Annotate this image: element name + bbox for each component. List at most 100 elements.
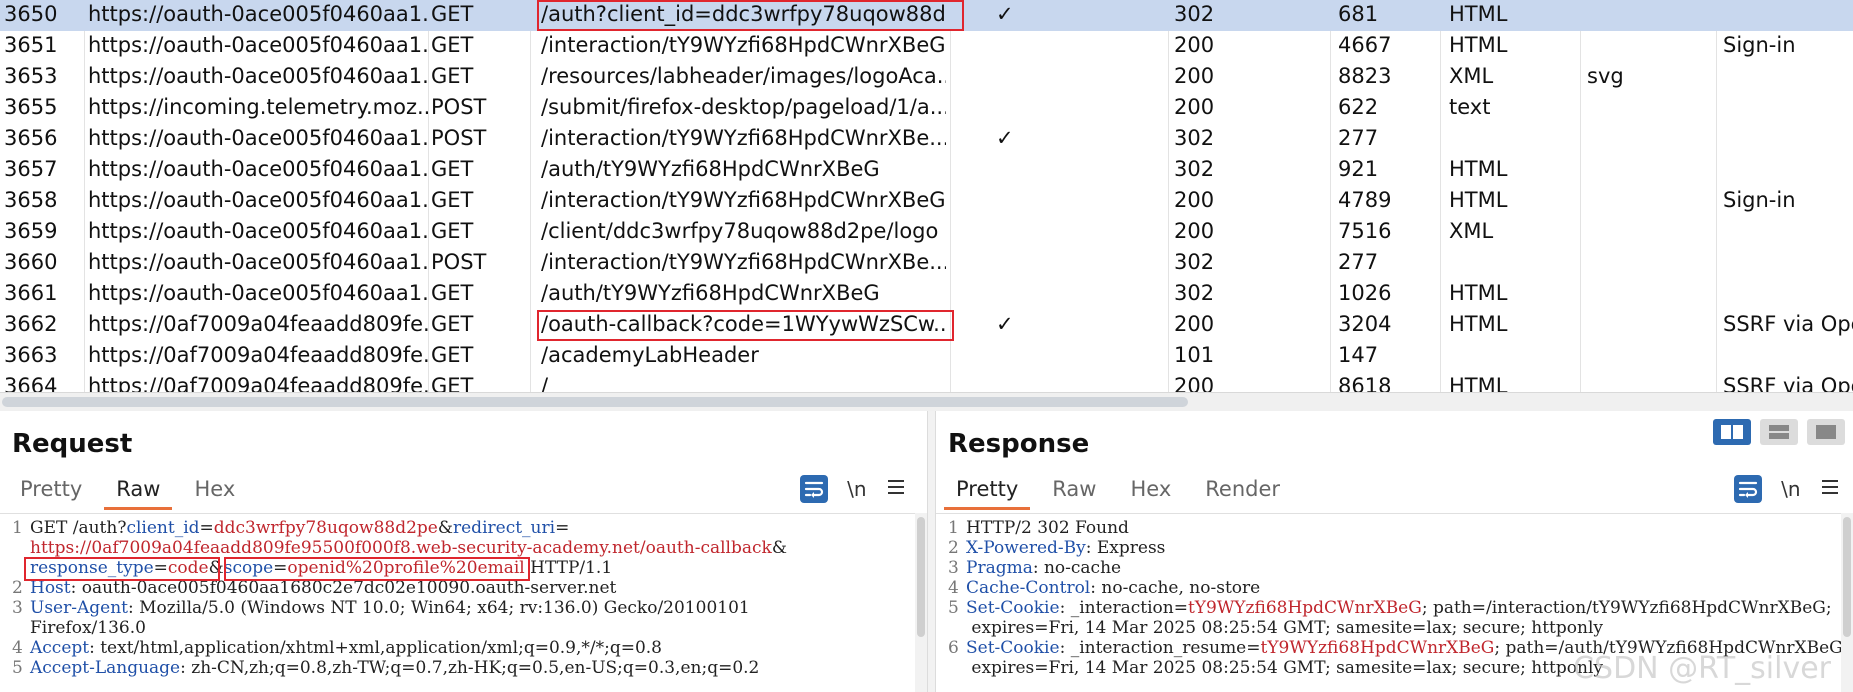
row-status-code: 200 <box>1174 64 1215 88</box>
row-url: /interaction/tY9WYzfi68HpdCWnrXBe... <box>541 250 946 274</box>
row-method: POST <box>431 126 487 150</box>
response-vertical-scrollbar[interactable] <box>1841 513 1853 692</box>
code-text: : no-cache <box>1032 558 1122 578</box>
row-number: 3663 <box>4 343 58 367</box>
row-method: GET <box>431 343 474 367</box>
scrollbar-thumb[interactable] <box>917 517 925 637</box>
table-row[interactable]: 3664 https://0af7009a04feaadd809fe... GET /… <box>0 372 1853 392</box>
param-key: client_id <box>126 518 200 538</box>
table-row[interactable]: 3650 https://oauth-0ace005f0460aa1... GET /… <box>0 0 1853 31</box>
row-method: GET <box>431 157 474 181</box>
table-row[interactable]: 3658 https://oauth-0ace005f0460aa1... GET /… <box>0 186 1853 217</box>
table-row[interactable]: 3659 https://oauth-0ace005f0460aa1... GET /… <box>0 217 1853 248</box>
row-extension: svg <box>1587 64 1624 88</box>
table-row[interactable]: 3657 https://oauth-0ace005f0460aa1... GET /… <box>0 155 1853 186</box>
row-edited-check <box>996 31 1026 62</box>
row-extension <box>1587 217 1707 248</box>
row-host: https://oauth-0ace005f0460aa1... <box>88 2 428 26</box>
row-edited-check: ✓ <box>996 126 1014 150</box>
tab-render[interactable]: Render <box>1193 473 1292 507</box>
row-host: https://oauth-0ace005f0460aa1... <box>88 126 428 150</box>
row-status-code: 200 <box>1174 188 1215 212</box>
row-method: POST <box>431 95 487 119</box>
row-status-code: 200 <box>1174 312 1215 336</box>
row-title: SSRF via Ope <box>1723 374 1853 392</box>
table-row[interactable]: 3655 https://incoming.telemetry.moz... POS… <box>0 93 1853 124</box>
row-url: /resources/labheader/images/logoAca... <box>541 64 946 88</box>
row-edited-check: ✓ <box>996 312 1014 336</box>
row-length: 277 <box>1338 126 1379 150</box>
code-text: Firefox/136.0 <box>30 618 146 638</box>
row-extension <box>1587 310 1707 341</box>
tab-raw[interactable]: Raw <box>1040 473 1108 507</box>
row-title: SSRF via Ope <box>1723 312 1853 336</box>
row-title <box>1723 341 1853 372</box>
code-text: & <box>208 558 224 578</box>
param-value: ddc3wrfpy78uqow88d2pe <box>213 518 438 538</box>
param-key: Host <box>30 578 71 598</box>
response-toolbar: \n <box>1720 475 1840 505</box>
row-edited-check <box>996 62 1026 93</box>
menu-icon[interactable] <box>1820 477 1840 501</box>
row-method: GET <box>431 188 474 212</box>
request-title: Request <box>12 429 133 459</box>
row-url: /interaction/tY9WYzfi68HpdCWnrXBeG <box>541 188 946 212</box>
code-text: : no-cache, no-store <box>1090 578 1261 598</box>
word-wrap-icon[interactable] <box>1734 475 1762 503</box>
row-url: /interaction/tY9WYzfi68HpdCWnrXBeG <box>541 33 946 57</box>
table-row[interactable]: 3651 https://oauth-0ace005f0460aa1... GET /… <box>0 31 1853 62</box>
code-text: : _interaction_resume= <box>1059 638 1261 658</box>
tab-pretty[interactable]: Pretty <box>8 473 94 507</box>
row-number: 3656 <box>4 126 58 150</box>
row-url: /auth/tY9WYzfi68HpdCWnrXBeG <box>541 157 880 181</box>
row-extension <box>1587 372 1707 392</box>
row-length: 4667 <box>1338 33 1392 57</box>
history-horizontal-scrollbar[interactable] <box>0 392 1853 412</box>
row-host: https://oauth-0ace005f0460aa1... <box>88 250 428 274</box>
code-text: : Express <box>1085 538 1166 558</box>
pane-splitter[interactable] <box>927 411 936 692</box>
row-method: GET <box>431 33 474 57</box>
word-wrap-icon[interactable] <box>800 475 828 503</box>
row-method: GET <box>431 281 474 305</box>
watermark-text: CSDN @RT_silver <box>1573 651 1831 686</box>
newline-toggle[interactable]: \n <box>847 477 866 501</box>
single-layout-icon[interactable] <box>1807 419 1845 445</box>
code-text: GET /auth? <box>30 518 127 538</box>
row-number: 3662 <box>4 312 58 336</box>
request-vertical-scrollbar[interactable] <box>915 513 927 692</box>
stacked-layout-icon[interactable] <box>1759 419 1798 445</box>
scrollbar-thumb[interactable] <box>1843 517 1851 637</box>
row-extension <box>1587 279 1707 310</box>
table-row[interactable]: 3663 https://0af7009a04feaadd809fe... GET /… <box>0 341 1853 372</box>
newline-toggle[interactable]: \n <box>1781 477 1800 501</box>
code-text: : text/html,application/xhtml+xml,applic… <box>89 638 662 658</box>
table-row[interactable]: 3656 https://oauth-0ace005f0460aa1... POST… <box>0 124 1853 155</box>
menu-icon[interactable] <box>886 477 906 501</box>
param-value: code <box>167 558 209 578</box>
table-row[interactable]: 3653 https://oauth-0ace005f0460aa1... GET /… <box>0 62 1853 93</box>
tab-hex[interactable]: Hex <box>182 473 247 507</box>
code-text: = <box>153 558 168 578</box>
request-editor[interactable]: 1 GET /auth?client_id=ddc3wrfpy78uqow88d2… <box>0 513 915 692</box>
table-row[interactable]: 3660 https://oauth-0ace005f0460aa1... POST… <box>0 248 1853 279</box>
tab-hex[interactable]: Hex <box>1118 473 1183 507</box>
scrollbar-thumb[interactable] <box>2 397 1188 407</box>
row-mime-type <box>1449 124 1579 155</box>
row-edited-check <box>996 93 1026 124</box>
tab-pretty[interactable]: Pretty <box>944 473 1031 510</box>
table-row[interactable]: 3662 https://0af7009a04feaadd809fe... GET /… <box>0 310 1853 341</box>
param-key: Pragma <box>966 558 1033 578</box>
row-status-code: 200 <box>1174 374 1215 392</box>
row-number: 3653 <box>4 64 58 88</box>
side-by-side-layout-icon[interactable] <box>1712 419 1751 445</box>
row-host: https://oauth-0ace005f0460aa1... <box>88 64 428 88</box>
param-key: User-Agent <box>30 598 128 618</box>
row-host: https://oauth-0ace005f0460aa1... <box>88 219 428 243</box>
row-number: 3664 <box>4 374 58 392</box>
row-length: 277 <box>1338 250 1379 274</box>
tab-raw[interactable]: Raw <box>104 473 173 510</box>
row-mime-type: HTML <box>1449 33 1508 57</box>
table-row[interactable]: 3661 https://oauth-0ace005f0460aa1... GET /… <box>0 279 1853 310</box>
row-status-code: 101 <box>1174 343 1215 367</box>
